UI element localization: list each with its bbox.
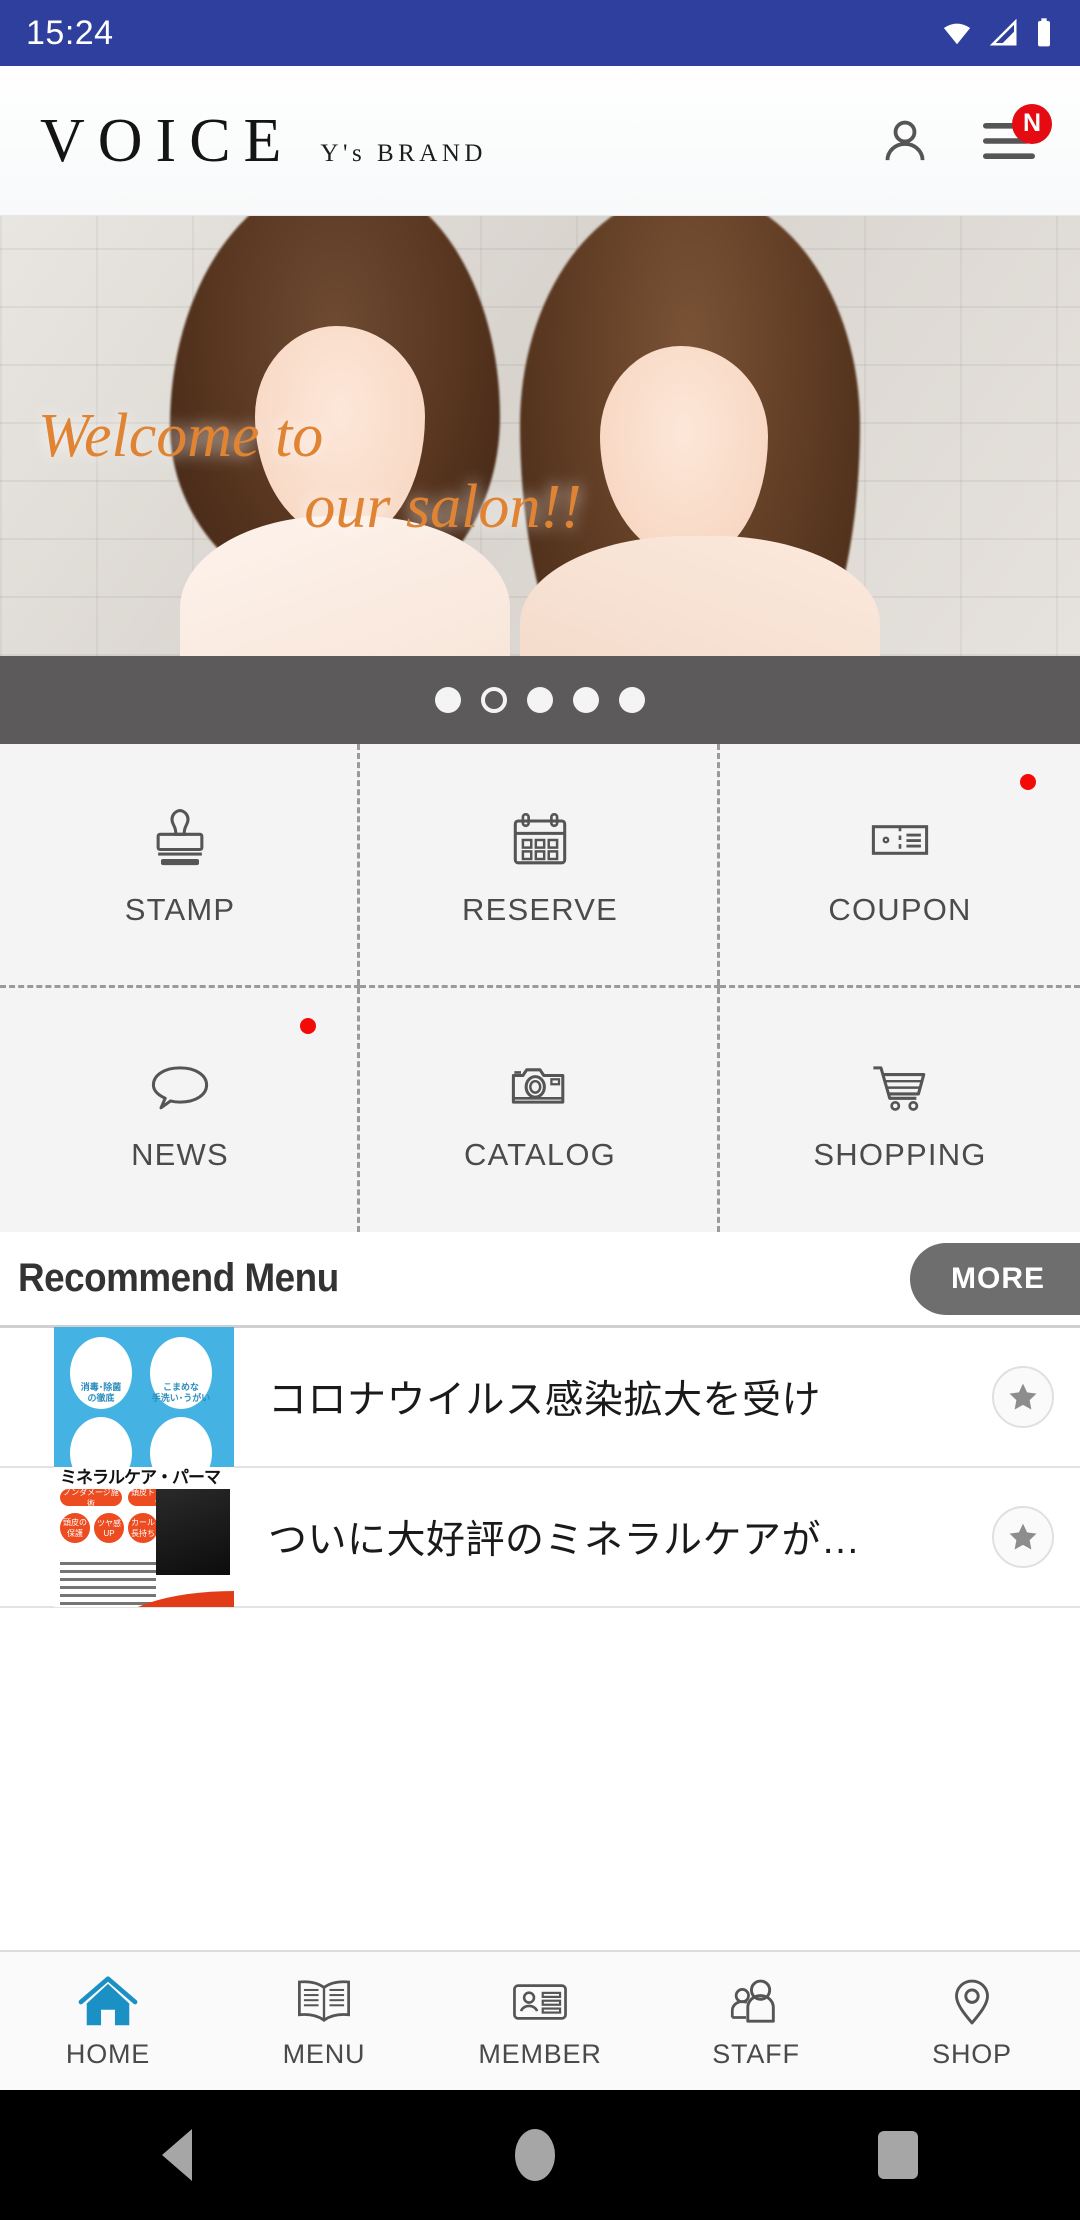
header-actions: N bbox=[870, 103, 1052, 176]
carousel-dot[interactable] bbox=[573, 687, 599, 713]
nav-label: MENU bbox=[282, 2038, 366, 2069]
tile-coupon[interactable]: COUPON bbox=[720, 744, 1080, 988]
star-icon bbox=[1009, 1523, 1037, 1550]
brand-logo[interactable]: VOICE Y's BRAND bbox=[40, 110, 487, 172]
thumb-heading: ミネラルケア・パーマ bbox=[60, 1468, 221, 1487]
tile-label: RESERVE bbox=[462, 891, 618, 927]
tile-label: COUPON bbox=[828, 891, 972, 927]
camera-icon bbox=[511, 1068, 565, 1104]
thumb-heading: 予防対策中！ bbox=[54, 1327, 234, 1330]
carousel-dot-active[interactable] bbox=[481, 687, 507, 713]
status-icon-group bbox=[940, 17, 1054, 49]
signal-icon bbox=[989, 18, 1017, 46]
coupon-new-dot bbox=[1020, 774, 1036, 790]
star-icon bbox=[1009, 1383, 1037, 1410]
recents-square-icon[interactable] bbox=[878, 2131, 919, 2179]
logo-sub-text: Y's BRAND bbox=[320, 139, 487, 167]
nav-label: HOME bbox=[65, 2038, 151, 2069]
stamp-icon bbox=[156, 808, 204, 865]
recommend-list: 予防対策中！ 消毒･除菌の徹底 こまめな手洗い･うがい 空間除菌 体温測定 コロ… bbox=[0, 1327, 1080, 1608]
status-bar: 15:24 bbox=[0, 0, 1080, 66]
hero-headline-line2: our salon!! bbox=[304, 473, 582, 542]
favorite-button[interactable] bbox=[992, 1506, 1054, 1568]
list-item-thumbnail: ミネラルケア・パーマ ノンダメージ施術 頭皮トラブル対策 頭皮の保護 ツヤ感UP… bbox=[54, 1467, 234, 1607]
more-button[interactable]: MORE bbox=[910, 1242, 1080, 1315]
app-root: 15:24 VOICE Y's BRAND N Welcome to our s… bbox=[0, 0, 1080, 2220]
hero-headline-line1: Welcome to bbox=[38, 402, 324, 470]
book-icon bbox=[298, 1979, 350, 2022]
recommend-section-header: Recommend Menu MORE bbox=[0, 1232, 1080, 1328]
nav-label: SHOP bbox=[932, 2038, 1012, 2069]
app-header: VOICE Y's BRAND N bbox=[0, 66, 1080, 216]
carousel-dot[interactable] bbox=[527, 687, 553, 713]
hero-carousel-slide[interactable]: Welcome to our salon!! bbox=[0, 216, 1080, 656]
tile-label: NEWS bbox=[131, 1137, 229, 1172]
quick-action-row: STAMP RESERVE COUPON bbox=[0, 744, 1080, 988]
account-button[interactable] bbox=[870, 106, 940, 176]
speech-bubble-icon bbox=[151, 1066, 209, 1110]
news-new-dot bbox=[300, 1018, 316, 1034]
nav-label: MEMBER bbox=[478, 2038, 602, 2069]
bottom-navigation: HOME MENU MEMBER STAFF SHOP bbox=[0, 1950, 1080, 2090]
tile-label: SHOPPING bbox=[813, 1137, 987, 1172]
home-icon bbox=[78, 1975, 138, 2025]
list-item-title: ついに大好評のミネラルケアが… bbox=[268, 1519, 861, 1562]
calendar-icon bbox=[513, 812, 567, 864]
people-icon bbox=[730, 1979, 775, 2023]
android-system-nav bbox=[0, 2090, 1080, 2220]
nav-label: STAFF bbox=[712, 2038, 800, 2069]
menu-new-badge: N bbox=[1012, 103, 1052, 144]
nav-item-menu[interactable]: MENU bbox=[216, 1952, 432, 2090]
id-card-icon bbox=[513, 1983, 567, 2020]
tile-shopping[interactable]: SHOPPING bbox=[720, 988, 1080, 1232]
tile-news[interactable]: NEWS bbox=[0, 988, 360, 1232]
hero-headline: Welcome to our salon!! bbox=[38, 402, 728, 542]
nav-item-member[interactable]: MEMBER bbox=[432, 1952, 648, 2090]
shopping-cart-icon bbox=[873, 1066, 926, 1111]
battery-icon bbox=[1038, 18, 1050, 47]
person-icon bbox=[885, 120, 925, 160]
tile-stamp[interactable]: STAMP bbox=[0, 744, 360, 988]
list-item[interactable]: ミネラルケア・パーマ ノンダメージ施術 頭皮トラブル対策 頭皮の保護 ツヤ感UP… bbox=[0, 1467, 1080, 1608]
quick-action-row: NEWS CATALOG SHOPPING bbox=[0, 988, 1080, 1232]
status-clock: 15:24 bbox=[26, 13, 114, 52]
back-triangle-icon[interactable] bbox=[161, 2129, 192, 2181]
logo-main-text: VOICE bbox=[40, 106, 295, 175]
carousel-indicator[interactable] bbox=[0, 656, 1080, 744]
carousel-dot[interactable] bbox=[435, 687, 461, 713]
tile-catalog[interactable]: CATALOG bbox=[360, 988, 720, 1232]
coupon-ticket-icon bbox=[871, 824, 929, 855]
carousel-dot[interactable] bbox=[619, 687, 645, 713]
home-circle-icon[interactable] bbox=[514, 2129, 555, 2181]
wifi-icon bbox=[943, 23, 971, 45]
list-item-title: コロナウイルス感染拡大を受け bbox=[268, 1379, 822, 1422]
nav-item-shop[interactable]: SHOP bbox=[864, 1952, 1080, 2090]
thumb-price: 2,000 bbox=[132, 1605, 185, 1607]
list-item[interactable]: 予防対策中！ 消毒･除菌の徹底 こまめな手洗い･うがい 空間除菌 体温測定 コロ… bbox=[0, 1327, 1080, 1468]
tile-label: STAMP bbox=[124, 891, 236, 927]
tile-reserve[interactable]: RESERVE bbox=[360, 744, 720, 988]
menu-button[interactable]: N bbox=[976, 103, 1052, 176]
list-item-thumbnail: 予防対策中！ 消毒･除菌の徹底 こまめな手洗い･うがい 空間除菌 体温測定 bbox=[54, 1327, 234, 1467]
map-pin-icon bbox=[955, 1979, 989, 2024]
favorite-button[interactable] bbox=[992, 1366, 1054, 1428]
nav-item-staff[interactable]: STAFF bbox=[648, 1952, 864, 2090]
nav-item-home[interactable]: HOME bbox=[0, 1952, 216, 2090]
section-title: Recommend Menu bbox=[18, 1256, 339, 1300]
quick-action-grid: STAMP RESERVE COUPON NEWS CATALOG SHOPPI… bbox=[0, 744, 1080, 1232]
tile-label: CATALOG bbox=[464, 1137, 616, 1172]
